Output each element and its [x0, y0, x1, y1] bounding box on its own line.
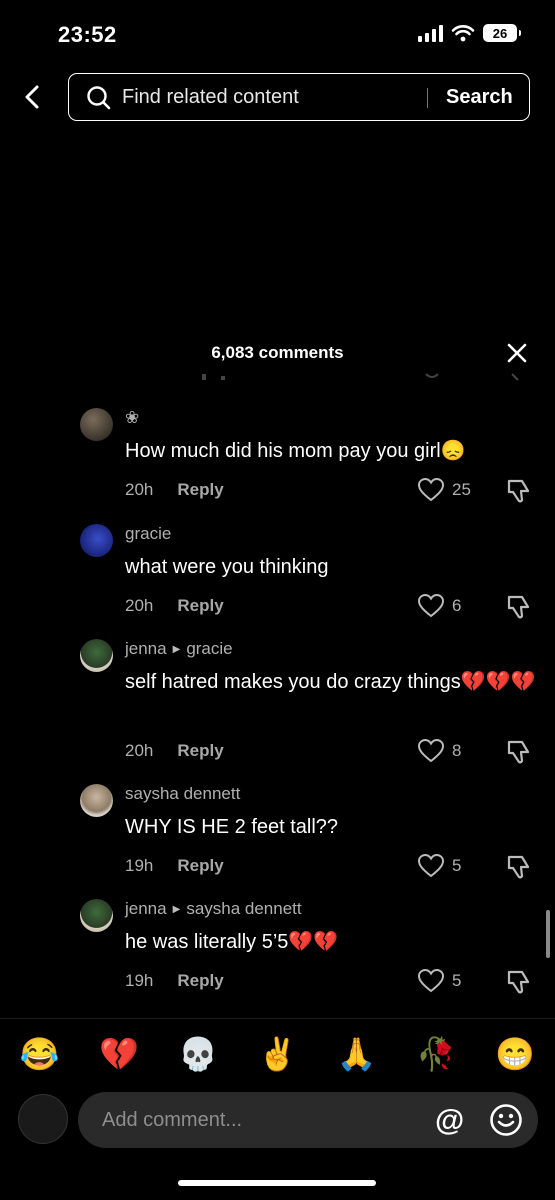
reply-to-username[interactable]: saysha dennett: [186, 899, 301, 919]
comment-item: jenna ▶ saysha dennett he was literally …: [0, 899, 555, 1009]
dislike-icon[interactable]: [505, 739, 531, 765]
avatar[interactable]: [80, 408, 113, 441]
emoji-icon[interactable]: [489, 1103, 523, 1137]
like-count: 8: [452, 741, 462, 760]
emoji-wilted-rose[interactable]: 🥀: [411, 1035, 461, 1073]
dislike-icon[interactable]: [505, 969, 531, 995]
username-text[interactable]: ❀: [125, 408, 139, 428]
reply-button[interactable]: Reply: [177, 971, 223, 991]
heart-icon: [418, 969, 444, 993]
comment-username[interactable]: jenna ▶ gracie: [125, 639, 233, 659]
heart-icon: [418, 478, 444, 502]
comment-age: 20h: [125, 480, 154, 499]
avatar[interactable]: [80, 784, 113, 817]
comment-text: what were you thinking: [125, 556, 329, 578]
emoji-folded-hands[interactable]: 🙏: [332, 1035, 382, 1073]
like-button[interactable]: 6: [418, 594, 461, 618]
comment-age: 20h: [125, 741, 154, 760]
comment-item: ❀ How much did his mom pay you girl😞 20h…: [0, 408, 555, 518]
comment-item: saysha dennett WHY IS HE 2 feet tall?? 1…: [0, 784, 555, 894]
emoji-grinning[interactable]: 😁: [490, 1035, 540, 1073]
username-text[interactable]: jenna: [125, 899, 167, 919]
like-count: 6: [452, 596, 462, 615]
comment-text: How much did his mom pay you girl😞: [125, 440, 466, 462]
reply-button[interactable]: Reply: [177, 596, 223, 616]
comment-item: gracie what were you thinking 20h Reply …: [0, 524, 555, 634]
comment-age: 20h: [125, 596, 154, 615]
emoji-victory-hand[interactable]: ✌️: [252, 1035, 302, 1073]
like-button[interactable]: 8: [418, 739, 461, 763]
username-text[interactable]: jenna: [125, 639, 167, 659]
comment-age: 19h: [125, 856, 154, 875]
search-icon: [87, 86, 111, 110]
comment-username[interactable]: saysha dennett: [125, 784, 240, 804]
reply-button[interactable]: Reply: [177, 856, 223, 876]
mention-icon[interactable]: @: [435, 1104, 464, 1138]
reply-arrow-icon: ▶: [172, 903, 181, 915]
battery-icon: 26: [483, 24, 521, 42]
emoji-tears-of-joy[interactable]: 😂: [15, 1035, 65, 1073]
comment-meta: 20h Reply: [125, 480, 224, 500]
search-button[interactable]: Search: [446, 86, 513, 109]
back-icon[interactable]: [18, 82, 48, 112]
wifi-icon: [451, 25, 475, 42]
comment-username[interactable]: ❀: [125, 408, 139, 428]
search-input[interactable]: Find related content: [122, 86, 299, 109]
heart-icon: [418, 594, 444, 618]
status-icons: 26: [418, 24, 521, 42]
dislike-icon[interactable]: [505, 854, 531, 880]
comment-text: he was literally 5’5💔💔: [125, 931, 339, 953]
reply-button[interactable]: Reply: [177, 741, 223, 761]
like-count: 5: [452, 971, 462, 990]
dislike-icon[interactable]: [505, 478, 531, 504]
comment-username[interactable]: gracie: [125, 524, 171, 544]
like-button[interactable]: 25: [418, 478, 471, 502]
like-count: 25: [452, 480, 471, 499]
close-icon[interactable]: [505, 341, 529, 365]
comment-age: 19h: [125, 971, 154, 990]
comment-input-placeholder[interactable]: Add comment...: [102, 1109, 242, 1132]
scrollbar[interactable]: [546, 910, 550, 958]
avatar[interactable]: [80, 639, 113, 672]
comment-meta: 19h Reply: [125, 856, 224, 876]
emoji-broken-heart[interactable]: 💔: [94, 1035, 144, 1073]
emoji-skull[interactable]: 💀: [173, 1035, 223, 1073]
reply-to-username[interactable]: gracie: [186, 639, 232, 659]
reply-arrow-icon: ▶: [172, 643, 181, 655]
like-count: 5: [452, 856, 462, 875]
username-text[interactable]: gracie: [125, 524, 171, 544]
comment-meta: 19h Reply: [125, 971, 224, 991]
dislike-icon[interactable]: [505, 594, 531, 620]
reply-button[interactable]: Reply: [177, 480, 223, 500]
comment-username[interactable]: jenna ▶ saysha dennett: [125, 899, 302, 919]
user-avatar[interactable]: [18, 1094, 68, 1144]
cellular-signal-icon: [418, 24, 443, 42]
home-indicator: [178, 1180, 376, 1186]
comment-meta: 20h Reply: [125, 741, 224, 761]
like-button[interactable]: 5: [418, 969, 461, 993]
username-text[interactable]: saysha dennett: [125, 784, 240, 804]
search-divider: [427, 88, 428, 108]
comment-text: WHY IS HE 2 feet tall??: [125, 816, 339, 838]
previous-comment-cutoff: [202, 373, 519, 381]
comment-meta: 20h Reply: [125, 596, 224, 616]
comment-item: jenna ▶ gracie self hatred makes you do …: [0, 639, 555, 769]
like-button[interactable]: 5: [418, 854, 461, 878]
comments-count: 6,083 comments: [211, 343, 344, 362]
avatar[interactable]: [80, 899, 113, 932]
comment-text: self hatred makes you do crazy things💔💔💔: [125, 671, 536, 693]
avatar[interactable]: [80, 524, 113, 557]
status-time: 23:52: [58, 22, 117, 47]
heart-icon: [418, 739, 444, 763]
heart-icon: [418, 854, 444, 878]
emoji-bar: 😂 💔 💀 ✌️ 🙏 🥀 😁: [0, 1018, 555, 1089]
